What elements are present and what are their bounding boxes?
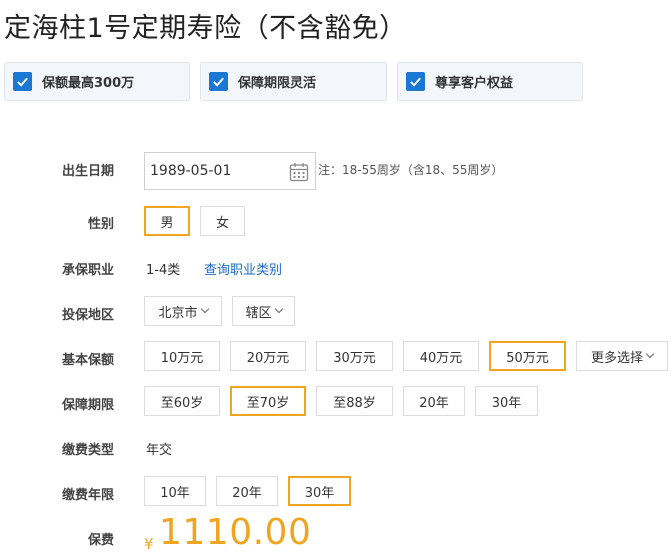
gender-male-button[interactable]: 男 — [144, 206, 190, 236]
coverage-option-20[interactable]: 20万元 — [230, 341, 306, 371]
payment-years-20[interactable]: 20年 — [216, 476, 278, 506]
calendar-icon[interactable] — [289, 162, 309, 182]
period-option-60[interactable]: 至60岁 — [144, 386, 220, 416]
payment-years-label: 缴费年限 — [61, 488, 114, 503]
period-option-30y[interactable]: 30年 — [475, 386, 538, 416]
occupation-label: 承保职业 — [61, 263, 114, 278]
payment-years-10[interactable]: 10年 — [144, 476, 206, 506]
occupation-query-link[interactable]: 查询职业类别 — [204, 259, 282, 278]
gender-female-button[interactable]: 女 — [200, 206, 245, 236]
period-label: 保障期限 — [61, 398, 114, 413]
premium-amount: 1110.00 — [159, 512, 312, 553]
gender-label: 性别 — [87, 217, 114, 232]
currency-symbol: ¥ — [144, 535, 154, 553]
payment-years-30[interactable]: 30年 — [288, 476, 351, 506]
region-label: 投保地区 — [61, 308, 114, 323]
period-option-70[interactable]: 至70岁 — [230, 386, 306, 416]
occupation-value: 1-4类 — [146, 263, 181, 278]
coverage-option-10[interactable]: 10万元 — [144, 341, 220, 371]
feature-coverage: 保额最高300万 — [4, 62, 190, 101]
feature-label: 尊享客户权益 — [435, 76, 514, 91]
check-icon — [209, 72, 228, 91]
payment-type-label: 缴费类型 — [61, 443, 114, 458]
coverage-more-select[interactable]: 更多选择 — [576, 341, 668, 371]
period-option-88[interactable]: 至88岁 — [316, 386, 393, 416]
chevron-down-icon — [200, 304, 209, 314]
check-icon — [13, 72, 32, 91]
coverage-option-50[interactable]: 50万元 — [489, 341, 566, 371]
city-select-value: 北京市 — [158, 305, 198, 321]
feature-label: 保额最高300万 — [42, 76, 135, 91]
district-select-value: 辖区 — [245, 305, 272, 321]
check-icon — [406, 72, 425, 91]
payment-type-value: 年交 — [146, 443, 173, 458]
coverage-option-40[interactable]: 40万元 — [403, 341, 479, 371]
district-select[interactable]: 辖区 — [232, 296, 295, 326]
coverage-label: 基本保额 — [61, 353, 114, 368]
birth-date-value: 1989-05-01 — [150, 163, 232, 179]
page-title: 定海柱1号定期寿险（不含豁免） — [4, 13, 407, 44]
coverage-option-30[interactable]: 30万元 — [316, 341, 393, 371]
chevron-down-icon — [645, 349, 655, 359]
city-select[interactable]: 北京市 — [144, 296, 222, 326]
feature-benefits: 尊享客户权益 — [397, 62, 583, 101]
feature-label: 保障期限灵活 — [238, 76, 317, 91]
birth-date-input[interactable]: 1989-05-01 — [144, 152, 316, 190]
coverage-more-label: 更多选择 — [590, 350, 643, 366]
age-note: 注：18-55周岁（含18、55周岁） — [318, 163, 504, 177]
chevron-down-icon — [274, 304, 283, 314]
feature-period: 保障期限灵活 — [200, 62, 387, 101]
period-option-20y[interactable]: 20年 — [403, 386, 465, 416]
premium-label: 保费 — [87, 533, 114, 548]
birth-label: 出生日期 — [61, 164, 114, 179]
